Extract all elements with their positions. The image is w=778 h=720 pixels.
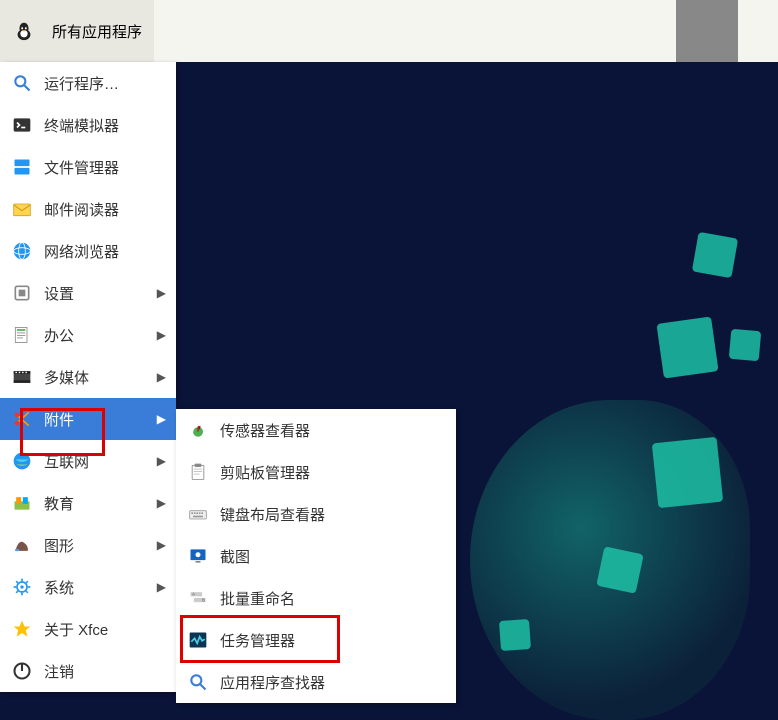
menu-item-education[interactable]: 教育 ▶ bbox=[0, 482, 176, 524]
submenu-item-screenshot[interactable]: 截图 bbox=[176, 535, 456, 577]
multimedia-icon bbox=[10, 365, 34, 389]
internet-icon bbox=[10, 449, 34, 473]
menu-item-system[interactable]: 系统 ▶ bbox=[0, 566, 176, 608]
menu-item-office[interactable]: 办公 ▶ bbox=[0, 314, 176, 356]
chevron-right-icon: ▶ bbox=[157, 286, 166, 300]
titlebar-indicator bbox=[676, 0, 738, 62]
submenu-label: 任务管理器 bbox=[220, 630, 446, 651]
submenu-item-keyboard-layout[interactable]: 键盘布局查看器 bbox=[176, 493, 456, 535]
menu-label: 图形 bbox=[44, 535, 157, 556]
search-icon bbox=[186, 670, 210, 694]
menu-label: 多媒体 bbox=[44, 367, 157, 388]
globe-icon bbox=[10, 239, 34, 263]
menu-item-graphics[interactable]: 图形 ▶ bbox=[0, 524, 176, 566]
chevron-right-icon: ▶ bbox=[157, 496, 166, 510]
accessories-submenu: 传感器查看器 剪贴板管理器 键盘布局查看器 截图 AB 批量重命名 任务管理器 … bbox=[176, 409, 456, 703]
folder-icon bbox=[10, 155, 34, 179]
terminal-icon bbox=[10, 113, 34, 137]
menu-label: 互联网 bbox=[44, 451, 157, 472]
chevron-right-icon: ▶ bbox=[157, 538, 166, 552]
bg-cube bbox=[729, 329, 762, 362]
bg-cube bbox=[656, 316, 718, 378]
keyboard-icon bbox=[186, 502, 210, 526]
bg-cube bbox=[596, 546, 643, 593]
sensor-icon bbox=[186, 418, 210, 442]
svg-text:B: B bbox=[202, 597, 205, 602]
chevron-right-icon: ▶ bbox=[157, 328, 166, 342]
menu-item-filemanager[interactable]: 文件管理器 bbox=[0, 146, 176, 188]
menu-label: 运行程序… bbox=[44, 73, 166, 94]
menu-label: 附件 bbox=[44, 409, 157, 430]
menu-item-mail[interactable]: 邮件阅读器 bbox=[0, 188, 176, 230]
menu-label: 注销 bbox=[44, 661, 166, 682]
submenu-label: 批量重命名 bbox=[220, 588, 446, 609]
chevron-right-icon: ▶ bbox=[157, 580, 166, 594]
menu-label: 系统 bbox=[44, 577, 157, 598]
graphics-icon bbox=[10, 533, 34, 557]
chevron-right-icon: ▶ bbox=[157, 370, 166, 384]
menu-label: 教育 bbox=[44, 493, 157, 514]
all-apps-button[interactable]: 所有应用程序 bbox=[0, 0, 154, 62]
all-apps-label: 所有应用程序 bbox=[52, 21, 142, 42]
menu-item-settings[interactable]: 设置 ▶ bbox=[0, 272, 176, 314]
menu-label: 终端模拟器 bbox=[44, 115, 166, 136]
bg-cube bbox=[652, 437, 723, 508]
main-menu: 运行程序… 终端模拟器 文件管理器 邮件阅读器 网络浏览器 设置 ▶ 办公 ▶ … bbox=[0, 62, 176, 692]
mail-icon bbox=[10, 197, 34, 221]
submenu-item-task-manager[interactable]: 任务管理器 bbox=[176, 619, 456, 661]
penguin-icon bbox=[12, 19, 36, 43]
submenu-label: 截图 bbox=[220, 546, 446, 567]
menu-item-accessories[interactable]: 附件 ▶ bbox=[0, 398, 176, 440]
menu-item-internet[interactable]: 互联网 ▶ bbox=[0, 440, 176, 482]
chevron-right-icon: ▶ bbox=[157, 454, 166, 468]
menu-item-about[interactable]: 关于 Xfce bbox=[0, 608, 176, 650]
menu-item-terminal[interactable]: 终端模拟器 bbox=[0, 104, 176, 146]
menu-label: 关于 Xfce bbox=[44, 619, 166, 640]
submenu-item-app-finder[interactable]: 应用程序查找器 bbox=[176, 661, 456, 703]
submenu-label: 传感器查看器 bbox=[220, 420, 446, 441]
activity-icon bbox=[186, 628, 210, 652]
search-icon bbox=[10, 71, 34, 95]
rename-icon: AB bbox=[186, 586, 210, 610]
submenu-label: 剪贴板管理器 bbox=[220, 462, 446, 483]
submenu-item-bulk-rename[interactable]: AB 批量重命名 bbox=[176, 577, 456, 619]
screenshot-icon bbox=[186, 544, 210, 568]
svg-text:A: A bbox=[192, 592, 195, 597]
submenu-label: 键盘布局查看器 bbox=[220, 504, 446, 525]
scissors-icon bbox=[10, 407, 34, 431]
clipboard-icon bbox=[186, 460, 210, 484]
bg-cube bbox=[692, 232, 738, 278]
chevron-right-icon: ▶ bbox=[157, 412, 166, 426]
menu-item-browser[interactable]: 网络浏览器 bbox=[0, 230, 176, 272]
menu-item-multimedia[interactable]: 多媒体 ▶ bbox=[0, 356, 176, 398]
settings-icon bbox=[10, 281, 34, 305]
education-icon bbox=[10, 491, 34, 515]
bg-cube bbox=[499, 619, 531, 651]
menu-label: 设置 bbox=[44, 283, 157, 304]
submenu-item-clipboard-manager[interactable]: 剪贴板管理器 bbox=[176, 451, 456, 493]
menu-label: 邮件阅读器 bbox=[44, 199, 166, 220]
menu-label: 文件管理器 bbox=[44, 157, 166, 178]
menu-label: 办公 bbox=[44, 325, 157, 346]
menu-label: 网络浏览器 bbox=[44, 241, 166, 262]
gear-icon bbox=[10, 575, 34, 599]
menu-item-run[interactable]: 运行程序… bbox=[0, 62, 176, 104]
star-icon bbox=[10, 617, 34, 641]
submenu-item-sensor-viewer[interactable]: 传感器查看器 bbox=[176, 409, 456, 451]
logout-icon bbox=[10, 659, 34, 683]
submenu-label: 应用程序查找器 bbox=[220, 672, 446, 693]
office-icon bbox=[10, 323, 34, 347]
titlebar: 所有应用程序 bbox=[0, 0, 778, 62]
menu-item-logout[interactable]: 注销 bbox=[0, 650, 176, 692]
